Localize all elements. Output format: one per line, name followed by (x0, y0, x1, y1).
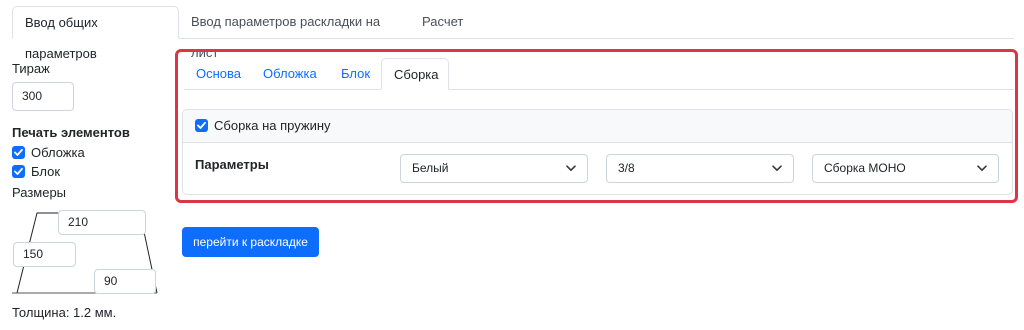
color-select[interactable]: Белый (400, 154, 588, 183)
tab-cover[interactable]: Обложка (251, 58, 339, 90)
check-icon (14, 148, 23, 156)
sizes-label: Размеры (12, 185, 67, 200)
main-tabs: Ввод общих параметров Ввод параметров ра… (12, 6, 1014, 61)
thickness-text: Толщина: 1.2 мм. (12, 305, 117, 320)
block-checkbox-label: Блок (31, 164, 61, 179)
params-label: Параметры (195, 157, 269, 172)
height-input[interactable]: 150 (13, 242, 76, 267)
tab-assembly[interactable]: Сборка (381, 58, 449, 90)
tab-calculation[interactable]: Расчет (410, 6, 474, 39)
check-icon (197, 121, 206, 129)
tab-block[interactable]: Блок (329, 58, 381, 90)
spring-size-select-value: 3/8 (618, 161, 635, 175)
spring-assembly-label: Сборка на пружину (214, 118, 331, 133)
tab-osnova[interactable]: Основа (184, 58, 252, 90)
go-to-layout-button[interactable]: перейти к раскладке (182, 227, 319, 257)
depth-input[interactable]: 90 (94, 269, 156, 294)
section-tabs: Основа Обложка Блок Сборка (184, 58, 1014, 90)
color-select-value: Белый (412, 161, 449, 175)
cover-checkbox[interactable] (12, 146, 25, 159)
cover-checkbox-label: Обложка (31, 145, 85, 160)
assembly-type-select[interactable]: Сборка МОНО (812, 154, 999, 183)
book-size-diagram: 210 150 90 (12, 205, 160, 297)
chevron-down-icon (772, 165, 782, 171)
tirazh-label: Тираж (12, 61, 50, 76)
assembly-type-select-value: Сборка МОНО (824, 161, 906, 175)
width-input[interactable]: 210 (58, 210, 146, 235)
block-checkbox[interactable] (12, 165, 25, 178)
chevron-down-icon (977, 165, 987, 171)
print-elements-label: Печать элементов (12, 125, 130, 140)
chevron-down-icon (566, 165, 576, 171)
spring-assembly-checkbox[interactable] (195, 119, 208, 132)
tab-layout-params[interactable]: Ввод параметров раскладки на лист (179, 6, 411, 60)
check-icon (14, 167, 23, 175)
tirazh-input[interactable]: 300 (12, 82, 74, 111)
tab-general-params[interactable]: Ввод общих параметров (12, 6, 179, 61)
spring-size-select[interactable]: 3/8 (606, 154, 794, 183)
